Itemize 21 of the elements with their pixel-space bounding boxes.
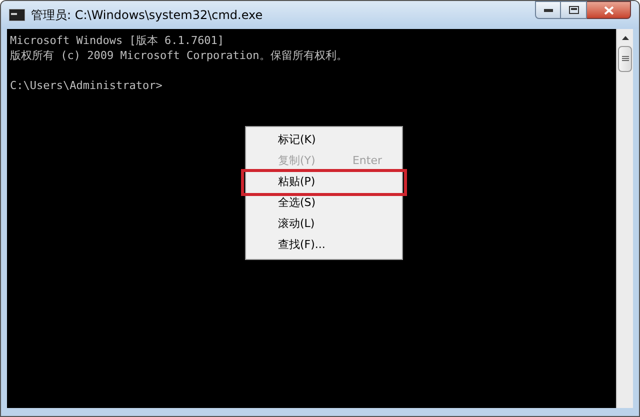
grip-icon [622, 56, 628, 62]
console-icon [9, 9, 25, 21]
close-button[interactable] [587, 1, 631, 19]
scroll-thumb[interactable] [618, 46, 632, 72]
close-icon [604, 6, 614, 14]
command-prompt: C:\Users\Administrator> [10, 78, 162, 93]
up-arrow-icon [622, 36, 628, 40]
console-line: 版权所有 (c) 2009 Microsoft Corporation。保留所有权利。 [10, 48, 348, 63]
menu-item[interactable]: 粘贴(P) [244, 172, 404, 193]
scrollbar[interactable] [616, 29, 633, 408]
shortcut-label: Enter [352, 153, 383, 170]
maximize-button[interactable] [561, 1, 587, 19]
menu-item[interactable]: 滚动(L) [246, 214, 402, 235]
window-title: 管理员: C:\Windows\system32\cmd.exe [31, 7, 264, 24]
restore-icon [568, 6, 578, 14]
minimize-icon [544, 8, 552, 12]
console-line: Microsoft Windows [版本 6.1.7601] [10, 33, 224, 48]
menu-item[interactable]: 查找(F)... [246, 235, 402, 256]
menu-item[interactable]: 标记(K) [246, 130, 402, 151]
minimize-button[interactable] [535, 1, 561, 19]
menu-item[interactable]: 全选(S) [246, 193, 402, 214]
